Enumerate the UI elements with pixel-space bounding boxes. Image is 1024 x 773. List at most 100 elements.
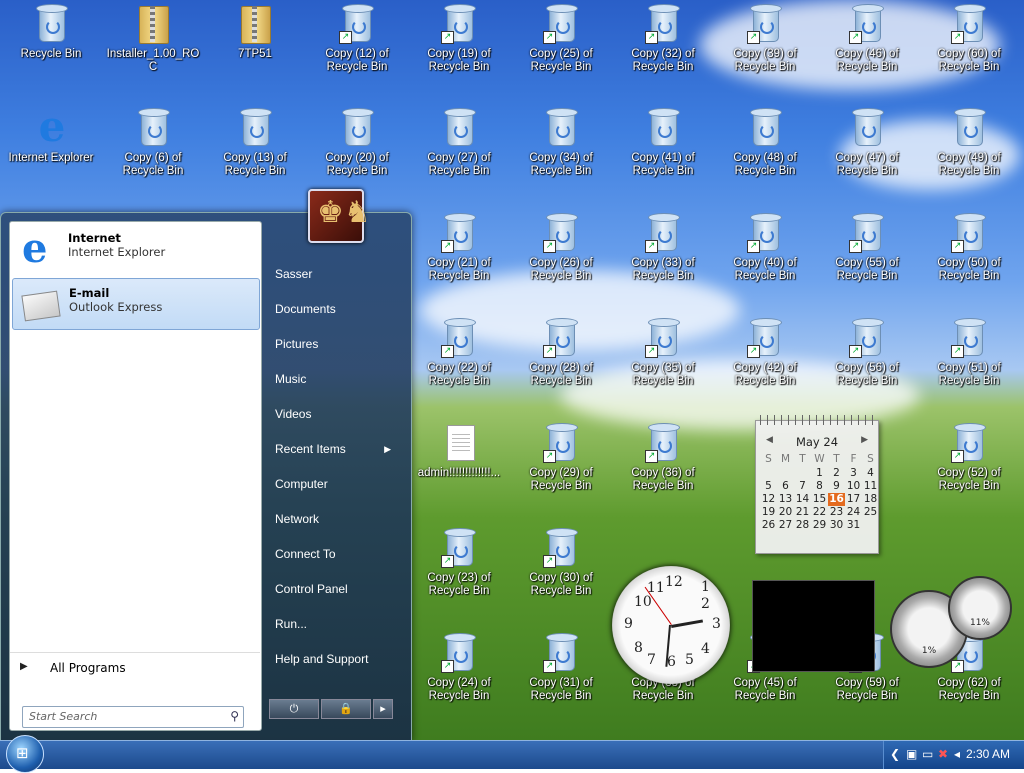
start-menu-item[interactable]: Control Panel xyxy=(263,574,403,604)
desktop-icon[interactable]: ↗ Copy (40) of Recycle Bin xyxy=(716,211,814,283)
calendar-day[interactable]: 13 xyxy=(777,493,794,506)
desktop-icon[interactable]: ↗ Copy (39) of Recycle Bin xyxy=(716,2,814,74)
start-menu-item[interactable]: Videos xyxy=(263,399,403,429)
calendar-day[interactable]: 8 xyxy=(811,480,828,493)
user-picture[interactable]: ♚♞ xyxy=(308,189,371,243)
start-search-input[interactable]: Start Search ⚲ xyxy=(22,706,244,728)
desktop-icon[interactable]: ↗ Copy (46) of Recycle Bin xyxy=(818,2,916,74)
slideshow-gadget[interactable] xyxy=(752,580,875,672)
desktop-icon[interactable]: 7TP51 xyxy=(206,2,304,61)
calendar-day[interactable]: 2 xyxy=(828,467,845,480)
taskbar-clock[interactable]: 2:30 AM xyxy=(966,747,1010,761)
lock-button[interactable]: 🔒 xyxy=(321,699,371,719)
calendar-day[interactable]: 27 xyxy=(777,519,794,532)
desktop-icon[interactable]: Copy (20) of Recycle Bin xyxy=(308,106,406,178)
desktop-icon[interactable]: ↗ Copy (55) of Recycle Bin xyxy=(818,211,916,283)
analog-clock-gadget[interactable]: 12 2 3 4 6 9 10 11 8 7 1 5 xyxy=(612,566,730,684)
calendar-day[interactable]: 18 xyxy=(862,493,879,506)
calendar-day[interactable]: 10 xyxy=(845,480,862,493)
show-hidden-icons-icon[interactable]: ❮ xyxy=(890,747,900,761)
calendar-day[interactable]: 21 xyxy=(794,506,811,519)
all-programs-button[interactable]: ▶ All Programs xyxy=(10,652,260,681)
desktop-icon[interactable]: ↗ Copy (26) of Recycle Bin xyxy=(512,211,610,283)
desktop-icon[interactable]: Copy (13) of Recycle Bin xyxy=(206,106,304,178)
desktop-icon[interactable]: ↗ Copy (33) of Recycle Bin xyxy=(614,211,712,283)
desktop-icon[interactable]: ↗ Copy (56) of Recycle Bin xyxy=(818,316,916,388)
security-alert-icon[interactable]: ✖ xyxy=(938,747,948,761)
calendar-day[interactable]: 23 xyxy=(828,506,845,519)
calendar-day[interactable]: 26 xyxy=(760,519,777,532)
calendar-day[interactable]: 29 xyxy=(811,519,828,532)
calendar-day[interactable]: 16 xyxy=(828,493,845,506)
search-icon[interactable]: ⚲ xyxy=(230,709,239,723)
desktop-icon[interactable]: ↗ Copy (22) of Recycle Bin xyxy=(410,316,508,388)
network-icon[interactable]: ▣ xyxy=(906,747,917,761)
volume-icon[interactable]: ◂ xyxy=(954,747,960,761)
desktop-icon[interactable]: Installer_1.00_ROC xyxy=(104,2,202,74)
desktop-icon[interactable]: e Internet Explorer xyxy=(2,106,100,165)
calendar-day[interactable]: 19 xyxy=(760,506,777,519)
calendar-day[interactable]: 11 xyxy=(862,480,879,493)
start-menu-item[interactable]: Pictures xyxy=(263,329,403,359)
calendar-day[interactable]: 4 xyxy=(862,467,879,480)
power-button[interactable]: ⏻ xyxy=(269,699,319,719)
desktop-icon[interactable]: Copy (48) of Recycle Bin xyxy=(716,106,814,178)
desktop-icon[interactable]: Copy (34) of Recycle Bin xyxy=(512,106,610,178)
calendar-day[interactable]: 15 xyxy=(811,493,828,506)
desktop-icon[interactable]: ↗ Copy (36) of Recycle Bin xyxy=(614,421,712,493)
desktop-icon[interactable]: ↗ Copy (24) of Recycle Bin xyxy=(410,631,508,703)
start-menu-item[interactable]: Run... xyxy=(263,609,403,639)
desktop-icon[interactable]: Copy (6) of Recycle Bin xyxy=(104,106,202,178)
calendar-day[interactable]: 14 xyxy=(794,493,811,506)
desktop-icon[interactable]: Copy (27) of Recycle Bin xyxy=(410,106,508,178)
desktop-icon[interactable]: ↗ Copy (60) of Recycle Bin xyxy=(920,2,1018,74)
start-menu-item[interactable]: Music xyxy=(263,364,403,394)
display-icon[interactable]: ▭ xyxy=(922,747,933,761)
start-menu-item[interactable]: Connect To xyxy=(263,539,403,569)
calendar-day[interactable]: 6 xyxy=(777,480,794,493)
desktop-icon[interactable]: ↗ Copy (29) of Recycle Bin xyxy=(512,421,610,493)
desktop-icon[interactable]: ↗ Copy (42) of Recycle Bin xyxy=(716,316,814,388)
desktop-icon[interactable]: Copy (41) of Recycle Bin xyxy=(614,106,712,178)
desktop-icon[interactable]: ↗ Copy (51) of Recycle Bin xyxy=(920,316,1018,388)
shutdown-options-arrow-icon[interactable]: ▸ xyxy=(373,699,393,719)
start-button[interactable]: ⊞ xyxy=(6,735,44,773)
desktop-icon[interactable]: ↗ Copy (19) of Recycle Bin xyxy=(410,2,508,74)
desktop-icon[interactable]: ↗ Copy (50) of Recycle Bin xyxy=(920,211,1018,283)
calendar-day[interactable]: 3 xyxy=(845,467,862,480)
start-menu-item[interactable]: Sasser xyxy=(263,259,403,289)
calendar-day[interactable]: 17 xyxy=(845,493,862,506)
calendar-day[interactable]: 24 xyxy=(845,506,862,519)
desktop-icon[interactable]: ↗ Copy (21) of Recycle Bin xyxy=(410,211,508,283)
calendar-day[interactable]: 5 xyxy=(760,480,777,493)
calendar-day[interactable]: 25 xyxy=(862,506,879,519)
desktop-icon[interactable]: ↗ Copy (52) of Recycle Bin xyxy=(920,421,1018,493)
desktop-icon[interactable]: ↗ Copy (30) of Recycle Bin xyxy=(512,526,610,598)
calendar-day[interactable]: 31 xyxy=(845,519,862,532)
calendar-day[interactable]: 22 xyxy=(811,506,828,519)
desktop-icon[interactable]: ↗ Copy (28) of Recycle Bin xyxy=(512,316,610,388)
desktop-icon[interactable]: ↗ Copy (31) of Recycle Bin xyxy=(512,631,610,703)
desktop-icon[interactable]: ↗ Copy (12) of Recycle Bin xyxy=(308,2,406,74)
pinned-internet[interactable]: e Internet Internet Explorer xyxy=(12,224,258,274)
next-month-icon[interactable]: ▶ xyxy=(861,435,868,445)
desktop-icon[interactable]: Copy (47) of Recycle Bin xyxy=(818,106,916,178)
calendar-day[interactable]: 28 xyxy=(794,519,811,532)
desktop-icon[interactable]: Recycle Bin xyxy=(2,2,100,61)
calendar-day[interactable]: 30 xyxy=(828,519,845,532)
start-menu-item[interactable]: Computer xyxy=(263,469,403,499)
calendar-day[interactable]: 20 xyxy=(777,506,794,519)
start-menu-item[interactable]: Help and Support xyxy=(263,644,403,674)
desktop-icon[interactable]: admin!!!!!!!!!!!!!... xyxy=(410,421,508,480)
calendar-day[interactable]: 1 xyxy=(811,467,828,480)
start-menu-item[interactable]: Recent Items ▶ xyxy=(263,434,403,464)
desktop-icon[interactable]: ↗ Copy (23) of Recycle Bin xyxy=(410,526,508,598)
desktop-icon[interactable]: ↗ Copy (25) of Recycle Bin xyxy=(512,2,610,74)
calendar-day[interactable]: 9 xyxy=(828,480,845,493)
desktop-icon[interactable]: ↗ Copy (32) of Recycle Bin xyxy=(614,2,712,74)
start-menu-item[interactable]: Network xyxy=(263,504,403,534)
desktop-icon[interactable]: Copy (49) of Recycle Bin xyxy=(920,106,1018,178)
calendar-gadget[interactable]: ◀ May 24 ▶ S M T W T F S 1 2 3 4 5 6 7 8 9 10 11 12 13 14 15 1… xyxy=(755,415,879,554)
calendar-day[interactable]: 7 xyxy=(794,480,811,493)
calendar-day[interactable]: 12 xyxy=(760,493,777,506)
